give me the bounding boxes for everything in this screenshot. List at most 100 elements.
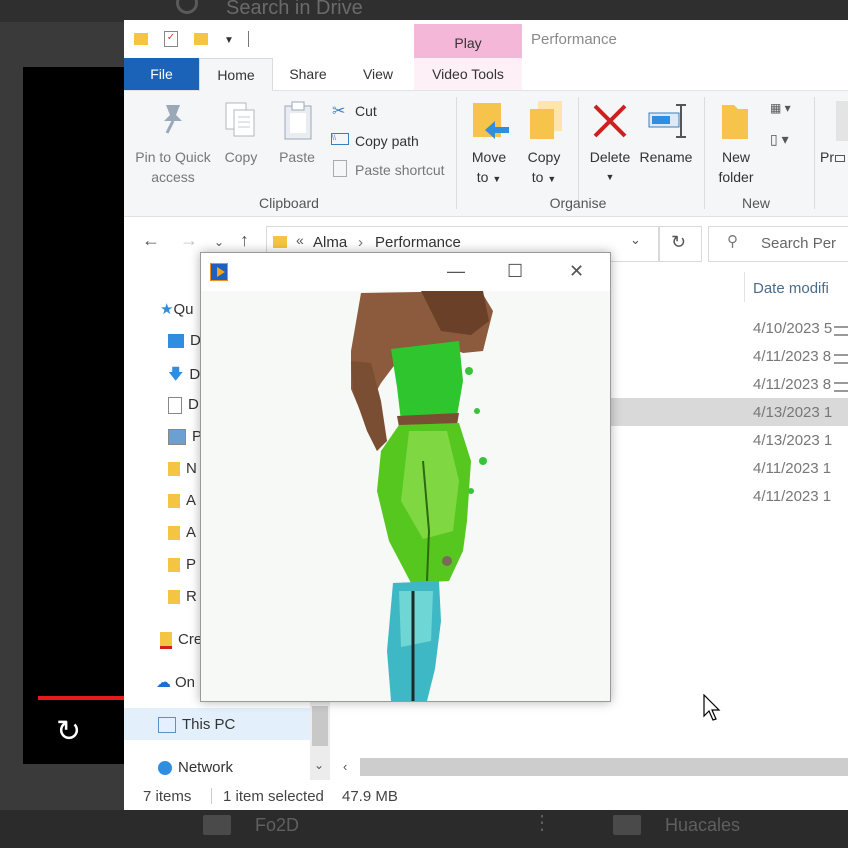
new-folder-icon[interactable] (194, 33, 208, 46)
recent-locations-icon[interactable]: ⌄ (214, 235, 224, 249)
nav-item-pictures[interactable]: P (168, 428, 202, 446)
more-options-icon[interactable]: ⋮ (532, 810, 552, 835)
tab-share[interactable]: Share (279, 58, 337, 90)
media-player-icon (210, 263, 228, 281)
file-date: 4/10/2023 5 (753, 320, 833, 337)
nav-this-pc[interactable]: This PC (158, 716, 235, 734)
breadcrumb-overflow[interactable]: « (296, 232, 304, 248)
tab-view[interactable]: View (349, 58, 407, 90)
up-arrow-icon[interactable]: ↑ (240, 230, 249, 251)
selection-size: 47.9 MB (342, 788, 398, 805)
folder-icon (273, 236, 287, 248)
ribbon-separator (704, 97, 705, 209)
ribbon-separator (578, 97, 579, 209)
copy-button[interactable]: Copy (216, 147, 266, 167)
tab-video-tools[interactable]: Video Tools (414, 58, 522, 90)
scroll-down-arrow-icon[interactable]: ⌄ (314, 758, 324, 772)
nav-quick-access[interactable]: ★Qu (160, 300, 193, 318)
refresh-button[interactable]: ↻ (658, 226, 702, 262)
nav-item-folder[interactable]: A (168, 492, 196, 509)
horizontal-scrollbar-thumb[interactable] (360, 758, 848, 776)
file-date: 4/11/2023 8 (753, 376, 832, 393)
nav-item-desktop[interactable]: D (168, 332, 201, 349)
size-bar-icon (834, 382, 848, 392)
rename-button[interactable]: Rename (638, 147, 694, 167)
paste-shortcut-button[interactable]: Paste shortcut (355, 160, 445, 180)
back-arrow-icon[interactable]: ← (142, 230, 160, 251)
drive-search-input[interactable]: Search in Drive (226, 0, 363, 20)
copy-to-button[interactable]: Copy to ▼ (519, 147, 569, 189)
drive-folder-huacales[interactable]: Huacales (665, 815, 740, 836)
size-bar-icon (834, 354, 848, 364)
file-date: 4/11/2023 1 (753, 488, 832, 505)
pin-icon (158, 103, 188, 140)
nav-network[interactable]: Network (158, 759, 233, 776)
pin-to-quick-access-button[interactable]: Pin to Quick access (128, 147, 218, 187)
pictures-icon (168, 429, 186, 446)
maximize-button[interactable]: ☐ (507, 261, 523, 282)
tab-file[interactable]: File (124, 58, 199, 90)
close-button[interactable]: ✕ (569, 261, 584, 282)
ribbon: Pin to Quick access Copy Paste ✂ Cut \\ C… (124, 91, 848, 217)
drive-header (0, 0, 848, 22)
properties-button[interactable]: Pr (820, 147, 845, 167)
status-divider (211, 788, 212, 804)
forward-arrow-icon[interactable]: → (180, 230, 198, 251)
toolbar-divider (247, 31, 249, 48)
nav-item-folder[interactable]: R (168, 588, 197, 605)
search-icon: ⚲ (727, 233, 738, 250)
folder-icon[interactable] (134, 33, 148, 46)
replay-icon[interactable]: ↻ (56, 717, 81, 747)
cloud-icon: ☁ (156, 674, 171, 691)
breadcrumb-separator: › (358, 234, 363, 251)
chevron-down-icon: ▼ (605, 172, 615, 182)
copy-path-button[interactable]: Copy path (355, 131, 419, 151)
new-folder-icon (720, 101, 750, 146)
new-group-label: New (741, 195, 770, 211)
date-modified-header[interactable]: Date modifi (753, 280, 829, 297)
breadcrumb-performance[interactable]: Performance (375, 234, 461, 251)
nav-item-documents[interactable]: D (168, 396, 199, 414)
new-item-icon[interactable]: ▦ ▾ (770, 101, 791, 115)
cut-button[interactable]: Cut (355, 101, 377, 121)
file-date: 4/13/2023 1 (753, 404, 833, 421)
scroll-left-arrow-icon[interactable]: ‹ (343, 759, 347, 774)
customize-toolbar-icon[interactable]: ▼ (224, 35, 234, 46)
download-icon: 🡇 (168, 366, 184, 383)
breadcrumb-alma[interactable]: Alma (313, 234, 347, 251)
nav-item-folder[interactable]: A (168, 524, 196, 541)
copy-path-icon: \\ (331, 133, 349, 145)
item-count: 7 items (143, 788, 192, 805)
quick-access-toolbar: ✓ ▼ (134, 30, 249, 48)
refresh-icon: ↻ (671, 232, 687, 252)
nav-item-downloads[interactable]: 🡇 D (168, 364, 200, 389)
video-figure-image (351, 291, 493, 701)
play-tab-label[interactable]: Play (414, 35, 522, 51)
drive-folder-fo2d[interactable]: Fo2D (255, 815, 299, 836)
nav-item-folder[interactable]: P (168, 556, 196, 573)
delete-button[interactable]: Delete ▼ (584, 147, 636, 187)
video-frame[interactable] (201, 291, 610, 701)
file-date: 4/13/2023 1 (753, 432, 833, 449)
paste-button[interactable]: Paste (272, 147, 322, 167)
player-title-bar (201, 253, 610, 291)
file-date: 4/11/2023 8 (753, 348, 832, 365)
new-folder-button[interactable]: New folder (710, 147, 762, 187)
video-progress-bar[interactable] (38, 696, 128, 700)
nav-onedrive[interactable]: ☁ On (156, 673, 195, 691)
nav-item-folder[interactable]: N (168, 460, 197, 477)
move-to-button[interactable]: Move to ▼ (464, 147, 514, 189)
computer-icon (158, 717, 176, 734)
properties-icon[interactable]: ✓ (164, 31, 178, 48)
easy-access-icon[interactable]: ▯ ▾ (770, 131, 789, 148)
address-dropdown-icon[interactable]: ⌄ (630, 232, 641, 248)
file-date: 4/11/2023 1 (753, 460, 832, 477)
video-player-background (23, 67, 133, 764)
ribbon-separator (814, 97, 815, 209)
nav-creative-cloud[interactable]: Cre (160, 631, 202, 649)
delete-icon (592, 103, 628, 144)
nav-scrollbar-thumb[interactable] (312, 706, 328, 746)
tab-home[interactable]: Home (199, 58, 273, 91)
minimize-button[interactable]: — (447, 261, 465, 282)
copy-to-icon (528, 99, 564, 146)
